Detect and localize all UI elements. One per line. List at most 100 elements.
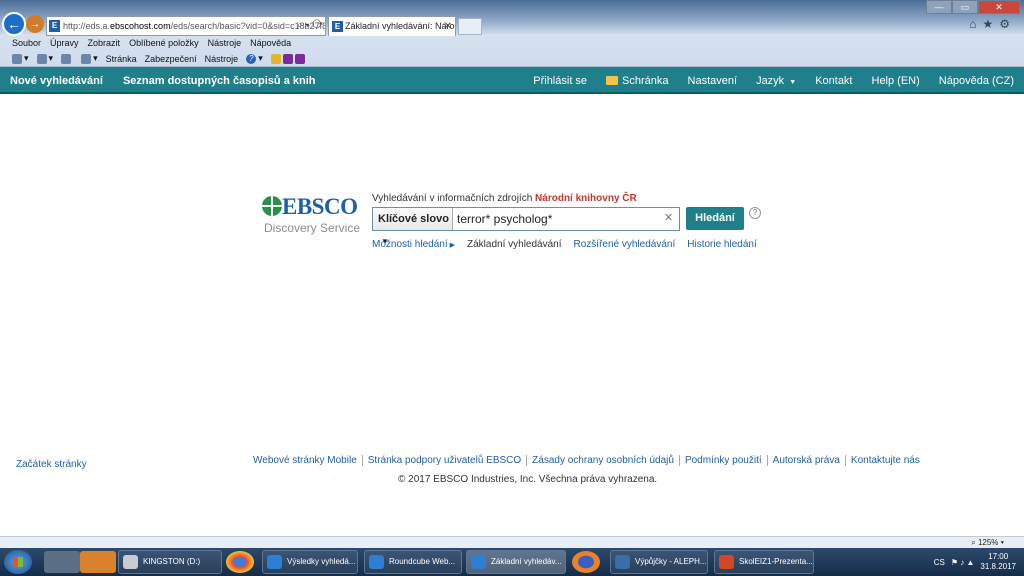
browser-tab[interactable]: E Základní vyhledávání: Náro ✕ <box>328 16 456 36</box>
taskbar-pinned-icon[interactable] <box>44 551 80 573</box>
field-select[interactable]: Klíčové slovo▼ <box>373 208 453 246</box>
help-icon[interactable]: ? <box>749 207 761 219</box>
chrome-icon[interactable] <box>226 551 254 573</box>
command-tools[interactable]: Nástroje <box>205 54 239 64</box>
nav-new-search[interactable]: Nové vyhledávání <box>10 75 103 87</box>
new-tab-button[interactable] <box>458 18 482 35</box>
windows-logo-icon <box>13 557 23 567</box>
back-button[interactable]: ← <box>2 12 26 36</box>
clock-time: 17:00 <box>988 552 1009 561</box>
footer-link[interactable]: Zásady ochrany osobních údajů <box>527 455 680 466</box>
command-security[interactable]: Zabezpečení <box>145 54 197 64</box>
address-prefix: http://eds.a. <box>63 21 111 31</box>
nav-help-en[interactable]: Help (EN) <box>872 75 920 87</box>
start-button[interactable] <box>4 550 32 574</box>
media-player-icon[interactable] <box>80 551 116 573</box>
search-links: Možnosti hledání ▶ Základní vyhledávání R… <box>372 239 769 250</box>
field-select-label: Klíčové slovo <box>378 213 449 225</box>
search-intro: Vyhledávání v informačních zdrojích Náro… <box>372 193 637 204</box>
taskbar-item-label: Roundcube Web... <box>389 557 456 566</box>
basic-search-link[interactable]: Základní vyhledávání <box>467 239 562 250</box>
advanced-search-link[interactable]: Rozšířené vyhledávání <box>574 239 676 250</box>
tray-icons[interactable]: ⚑ ♪ ▲ <box>951 558 975 567</box>
search-input[interactable] <box>457 210 657 228</box>
copyright: © 2017 EBSCO Industries, Inc. Všechna pr… <box>398 474 658 485</box>
search-history-link[interactable]: Historie hledání <box>687 239 756 250</box>
chevron-down-icon: ▼ <box>789 78 797 86</box>
clock[interactable]: 17:00 31.8.2017 <box>980 552 1016 572</box>
nav-folder-label: Schránka <box>622 74 669 87</box>
taskbar-item-label: Výsledky vyhledá... <box>287 557 356 566</box>
home-favorites-tools-icons[interactable]: ⌂★⚙ <box>969 17 1016 31</box>
help-icon[interactable]: ? ▾ <box>246 53 263 64</box>
menu-item[interactable]: Nástroje <box>208 36 242 50</box>
nav-publications[interactable]: Seznam dostupných časopisů a knih <box>123 75 316 87</box>
search-options-label: Možnosti hledání <box>372 239 448 250</box>
footer-link[interactable]: Kontaktujte nás <box>846 455 925 466</box>
taskbar-item-label: KINGSTON (D:) <box>143 557 201 566</box>
nav-help-cz[interactable]: Nápověda (CZ) <box>939 75 1014 87</box>
command-bar: ▾ ▾ ▾ Stránka Zabezpečení Nástroje ? ▾ <box>0 51 1024 66</box>
menu-item[interactable]: Soubor <box>12 36 41 50</box>
taskbar-item-aleph[interactable]: Výpůjčky - ALEPH... <box>610 550 708 574</box>
language-indicator[interactable]: CS <box>934 558 945 567</box>
taskbar-item-ie3[interactable]: Základní vyhledáv... <box>466 550 566 574</box>
footer-links: Webové stránky Mobile Stránka podpory už… <box>253 455 925 466</box>
feeds-icon[interactable]: ▾ <box>36 53 53 64</box>
home-icon[interactable]: ▾ <box>12 53 29 64</box>
window-controls: — ▭ ✕ <box>926 0 1020 14</box>
ebsco-top-nav: Nové vyhledávání Seznam dostupných časop… <box>0 67 1024 94</box>
menu-item[interactable]: Zobrazit <box>88 36 121 50</box>
nav-preferences[interactable]: Nastavení <box>688 75 738 87</box>
nav-language-label: Jazyk <box>756 74 785 87</box>
globe-icon <box>262 196 282 216</box>
forward-button[interactable]: → <box>26 15 44 33</box>
tab-title: Základní vyhledávání: Náro <box>345 21 455 31</box>
taskbar-item-ie2[interactable]: Roundcube Web... <box>364 550 462 574</box>
address-host: ebscohost.com <box>110 21 171 31</box>
search-options-link[interactable]: Možnosti hledání ▶ <box>372 239 455 250</box>
logo-brand: EBSCO <box>282 194 358 219</box>
search-intro-text: Vyhledávání v informačních zdrojích <box>372 193 533 204</box>
address-search-refresh-icons[interactable]: ⌕ ▾ ⟳ <box>297 17 323 35</box>
nav-sign-in[interactable]: Přihlásit se <box>533 75 587 87</box>
taskbar-item-ie1[interactable]: Výsledky vyhledá... <box>262 550 358 574</box>
menu-bar: Soubor Úpravy Zobrazit Oblíbené položky … <box>0 36 1024 50</box>
nav-folder[interactable]: Schránka <box>606 74 669 87</box>
library-name: Národní knihovny ČR <box>535 193 637 204</box>
zoom-value: 125% <box>977 538 999 547</box>
minimize-button[interactable]: — <box>926 0 952 14</box>
search-box: Klíčové slovo▼ ✕ <box>372 207 680 246</box>
menu-item[interactable]: Nápověda <box>250 36 291 50</box>
clock-date: 31.8.2017 <box>980 562 1016 571</box>
firefox-icon[interactable] <box>572 551 600 573</box>
logo-subtitle: Discovery Service <box>264 221 361 235</box>
nav-contact[interactable]: Kontakt <box>815 75 852 87</box>
browser-chrome: — ▭ ✕ ← → E http://eds.a.ebscohost.com/e… <box>0 0 1024 67</box>
maximize-button[interactable]: ▭ <box>952 0 978 14</box>
menu-item[interactable]: Úpravy <box>50 36 79 50</box>
site-favicon: E <box>49 20 60 32</box>
address-bar[interactable]: E http://eds.a.ebscohost.com/eds/search/… <box>46 16 326 36</box>
footer-link[interactable]: Stránka podpory uživatelů EBSCO <box>363 455 528 466</box>
footer-link[interactable]: Webové stránky Mobile <box>253 455 363 466</box>
menu-item[interactable]: Oblíbené položky <box>129 36 199 50</box>
mail-icon[interactable] <box>61 53 73 64</box>
close-tab-icon[interactable]: ✕ <box>444 17 452 36</box>
close-window-button[interactable]: ✕ <box>978 0 1020 14</box>
search-button[interactable]: Hledání <box>686 207 744 230</box>
taskbar-item-powerpoint[interactable]: SkolEIZ1-Prezenta... <box>714 550 814 574</box>
addon-icon[interactable] <box>270 53 307 64</box>
command-page[interactable]: Stránka <box>106 54 137 64</box>
nav-language[interactable]: Jazyk ▼ <box>756 75 796 87</box>
ebsco-logo: EBSCO Discovery Service <box>262 194 362 240</box>
taskbar-item-drive[interactable]: KINGSTON (D:) <box>118 550 222 574</box>
top-of-page-link[interactable]: Začátek stránky <box>16 459 87 470</box>
zoom-icon: ⌕ <box>971 538 976 547</box>
print-icon[interactable]: ▾ <box>81 53 98 64</box>
clear-icon[interactable]: ✕ <box>662 212 675 225</box>
footer-link[interactable]: Podmínky použití <box>680 455 768 466</box>
taskbar: KINGSTON (D:) Výsledky vyhledá... Roundc… <box>0 548 1024 576</box>
footer-link[interactable]: Autorská práva <box>768 455 846 466</box>
tab-favicon: E <box>332 21 343 32</box>
